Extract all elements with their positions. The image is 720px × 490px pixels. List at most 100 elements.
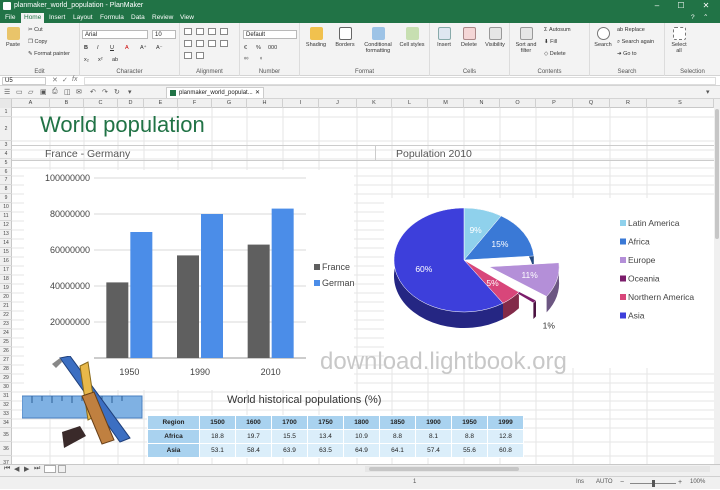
column-header[interactable]: N (464, 99, 500, 108)
tab-file[interactable]: File (2, 13, 18, 23)
row-header[interactable]: 36 (0, 442, 12, 456)
column-header[interactable]: B (50, 99, 84, 108)
zoom-in-icon[interactable]: + (678, 479, 682, 486)
pie-chart[interactable]: 9% 15% 11% 1% 5% 60% Latin America Africa Europe… (384, 198, 714, 368)
cancel-icon[interactable]: ✕ (52, 76, 58, 84)
table-cell[interactable]: 63.9 (271, 443, 308, 458)
shading-button[interactable]: Shading (302, 27, 330, 48)
cell-reference-box[interactable]: U5 (2, 77, 46, 85)
thousands-separator-button[interactable]: 000 (268, 45, 277, 51)
table-header-cell[interactable]: 1900 (415, 415, 452, 430)
table-cell[interactable]: 8.1 (415, 429, 452, 444)
row-header[interactable]: 5 (0, 159, 12, 168)
row-header[interactable]: 35 (0, 428, 12, 442)
bar-france-1950[interactable] (106, 282, 129, 358)
shrink-font-button[interactable]: A⁻ (156, 45, 163, 51)
new-file-icon[interactable]: ▭ (16, 88, 23, 96)
worksheet-grid[interactable]: World population France - Germany Popula… (12, 108, 714, 464)
row-header[interactable]: 32 (0, 401, 12, 410)
column-header[interactable]: P (536, 99, 573, 108)
mail-icon[interactable]: ✉ (76, 88, 82, 96)
column-header[interactable]: C (84, 99, 118, 108)
row-header[interactable]: 24 (0, 329, 12, 338)
font-size-select[interactable]: 10 (152, 30, 176, 39)
row-header[interactable]: 6 (0, 168, 12, 176)
row-header[interactable]: 1 (0, 108, 12, 117)
tab-list-icon[interactable]: ▾ (706, 88, 710, 96)
row-header[interactable]: 28 (0, 365, 12, 374)
cell-styles-button[interactable]: Cell styles (398, 27, 426, 48)
column-header[interactable]: R (610, 99, 647, 108)
close-icon[interactable]: ✕ (697, 0, 715, 12)
grow-font-button[interactable]: A⁺ (140, 45, 147, 51)
row-header[interactable]: 15 (0, 248, 12, 257)
add-sheet-button[interactable] (58, 465, 66, 473)
table-cell[interactable]: 64.1 (379, 443, 416, 458)
prev-sheet-icon[interactable]: ◀ (14, 465, 19, 473)
font-color-button[interactable]: A (125, 45, 129, 51)
redo-icon[interactable]: ↷ (102, 88, 108, 96)
column-header[interactable]: M (428, 99, 464, 108)
currency-button[interactable]: € (244, 45, 247, 51)
table-header-cell[interactable]: Region (147, 415, 200, 430)
bold-button[interactable]: B (84, 45, 88, 51)
conditional-formatting-button[interactable]: Conditional formatting (360, 27, 396, 54)
row-header[interactable]: 34 (0, 419, 12, 428)
column-header[interactable]: S (647, 99, 714, 108)
highlight-button[interactable]: ab (112, 57, 118, 63)
tab-insert[interactable]: Insert (46, 13, 68, 23)
align-right-icon[interactable] (208, 40, 216, 47)
row-header[interactable]: 12 (0, 221, 12, 230)
paste-button[interactable]: Paste (3, 27, 23, 48)
table-header-cell[interactable]: 1800 (343, 415, 380, 430)
increase-decimal-button[interactable]: ⁰⁰ (244, 57, 248, 63)
table-header-cell[interactable]: 1850 (379, 415, 416, 430)
tab-layout[interactable]: Layout (70, 13, 96, 23)
print-icon[interactable]: ⎙ (52, 88, 58, 96)
table-header-cell[interactable]: 1700 (271, 415, 308, 430)
align-left-icon[interactable] (184, 40, 192, 47)
goto-button[interactable]: ➜ Go to (617, 51, 637, 57)
menu-icon[interactable]: ☰ (4, 88, 10, 96)
wrap-text-icon[interactable] (220, 28, 228, 35)
vertical-scrollbar[interactable] (714, 99, 720, 464)
bar-germany-1950[interactable] (130, 232, 153, 358)
table-cell[interactable]: 19.7 (235, 429, 272, 444)
insert-cells-button[interactable]: Insert (432, 27, 456, 48)
formula-input[interactable] (84, 77, 716, 85)
open-folder-icon[interactable]: ▱ (28, 88, 33, 96)
row-header[interactable]: 9 (0, 194, 12, 203)
close-tab-icon[interactable]: ✕ (255, 88, 260, 98)
help-icon[interactable]: ? (688, 13, 698, 23)
first-sheet-icon[interactable]: ⏮ (4, 465, 10, 473)
row-header[interactable]: 13 (0, 230, 12, 239)
row-header[interactable]: 2 (0, 117, 12, 141)
table-cell[interactable]: 53.1 (199, 443, 236, 458)
delete-contents-button[interactable]: ◇ Delete (544, 51, 566, 57)
confirm-icon[interactable]: ✓ (62, 76, 68, 84)
column-header[interactable]: J (319, 99, 357, 108)
copy-button[interactable]: ❐ Copy (28, 39, 47, 45)
select-all-button[interactable]: Select all (668, 27, 690, 54)
table-cell[interactable]: 58.4 (235, 443, 272, 458)
column-header[interactable]: F (178, 99, 212, 108)
row-header[interactable]: 4 (0, 150, 12, 159)
select-all-corner[interactable] (0, 99, 12, 108)
ribbon-collapse-icon[interactable]: ⌃ (700, 13, 711, 23)
tab-data[interactable]: Data (128, 13, 148, 23)
align-middle-icon[interactable] (196, 28, 204, 35)
row-header[interactable]: 22 (0, 311, 12, 320)
column-header[interactable]: O (500, 99, 536, 108)
column-header[interactable]: K (357, 99, 392, 108)
row-header[interactable]: 23 (0, 320, 12, 329)
table-cell[interactable]: 55.6 (451, 443, 488, 458)
horizontal-scrollbar[interactable] (365, 466, 710, 472)
last-sheet-icon[interactable]: ⏭ (34, 465, 40, 473)
row-header[interactable]: 18 (0, 275, 12, 284)
row-header[interactable]: 8 (0, 185, 12, 194)
table-cell[interactable]: 63.5 (307, 443, 344, 458)
row-header[interactable]: 25 (0, 338, 12, 347)
row-header[interactable]: 31 (0, 392, 12, 401)
table-cell[interactable]: Africa (147, 429, 200, 444)
row-header[interactable]: 11 (0, 212, 12, 221)
